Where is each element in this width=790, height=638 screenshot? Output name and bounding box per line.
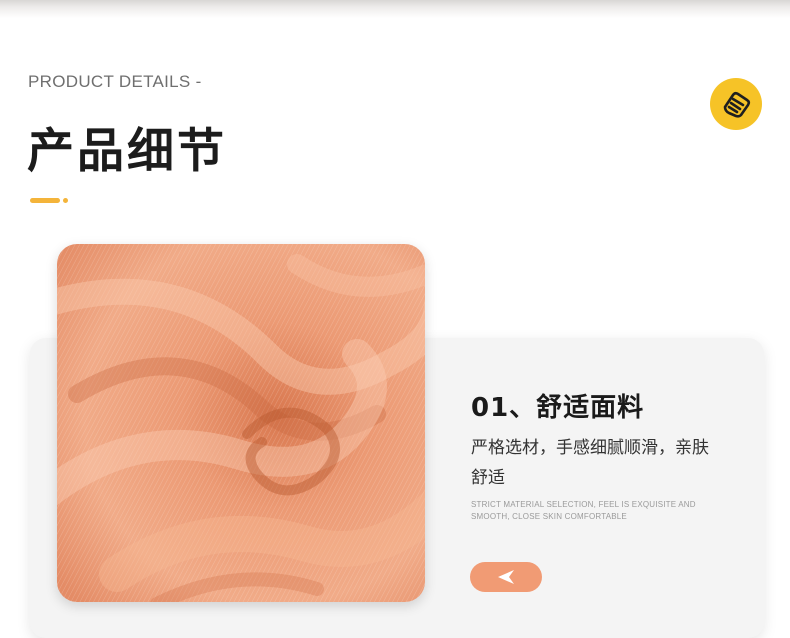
- fabric-photo: [57, 244, 425, 602]
- feature-title: 01、舒适面料: [471, 393, 645, 423]
- section-eyebrow: PRODUCT DETAILS -: [28, 72, 202, 91]
- prev-button[interactable]: [470, 562, 542, 592]
- title-accent-dot: [63, 198, 68, 203]
- page-title: 产品细节: [27, 124, 227, 179]
- feature-description-en: Strict material selection, feel is exqui…: [471, 500, 696, 521]
- hand-badge: [710, 78, 762, 130]
- title-accent-bar: [30, 198, 60, 203]
- hand-icon: [723, 91, 751, 118]
- feature-description: 严格选材，手感细腻顺滑，亲肤舒适: [471, 438, 709, 488]
- top-shade: [0, 0, 790, 18]
- arrow-left-icon: [498, 570, 514, 584]
